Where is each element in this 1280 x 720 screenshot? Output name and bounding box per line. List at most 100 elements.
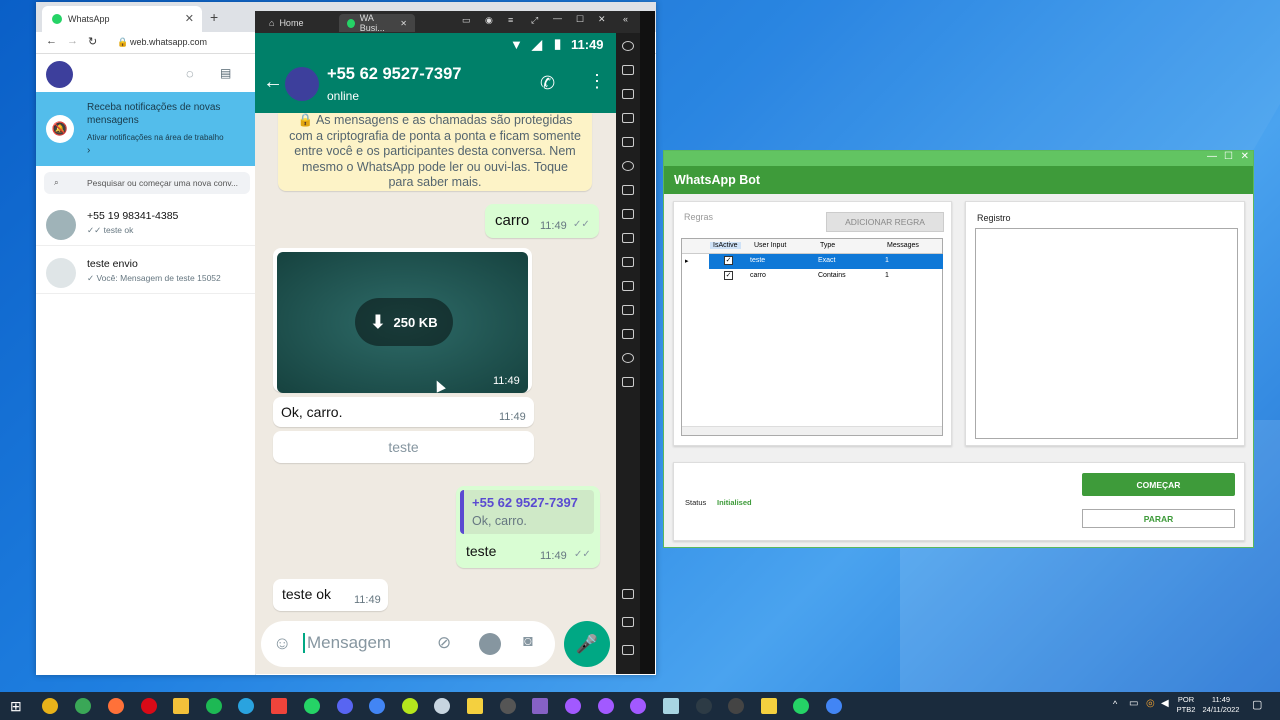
message-input[interactable]: Mensagem <box>303 633 391 653</box>
add-call-icon[interactable]: ✆ <box>540 73 555 94</box>
reload-icon[interactable]: ↻ <box>88 35 97 48</box>
camera-icon[interactable]: ◙ <box>523 633 533 651</box>
maximize-icon[interactable]: ☐ <box>576 14 584 25</box>
scissors-icon[interactable] <box>622 233 634 243</box>
microphone-button[interactable]: 🎤 <box>564 621 610 667</box>
status-icon[interactable]: ◌ <box>186 66 194 81</box>
collapse-icon[interactable]: « <box>623 14 628 24</box>
app-tray-icon[interactable]: ◎ <box>1146 698 1155 709</box>
back-arrow-icon[interactable]: ← <box>263 71 283 94</box>
user-input-cell[interactable]: teste <box>750 257 765 264</box>
emoji-icon[interactable]: ☺ <box>273 633 291 654</box>
account-icon[interactable]: ◉ <box>485 15 493 26</box>
close-icon[interactable]: ✕ <box>598 14 606 25</box>
emulator-tab-home[interactable]: ⌂ Home <box>261 14 311 32</box>
record-icon[interactable] <box>622 257 634 267</box>
contact-number[interactable]: +55 62 9527-7397 <box>327 65 461 84</box>
outgoing-message[interactable]: carro 11:49 ✓✓ <box>485 204 599 238</box>
search-input[interactable]: ⌕ Pesquisar ou começar uma nova conv... <box>44 172 250 194</box>
network-icon[interactable]: ▭ <box>1129 698 1138 709</box>
maximize-icon[interactable]: ☐ <box>1224 151 1233 162</box>
stop-button[interactable]: PARAR <box>1082 509 1235 528</box>
log-textarea[interactable] <box>975 228 1238 439</box>
chrome-icon[interactable] <box>75 698 91 714</box>
table-row[interactable]: ▸ ✓ teste Exact 1 <box>682 254 943 269</box>
table-row[interactable]: ✓ carro Contains 1 <box>682 269 942 284</box>
app-icon[interactable] <box>402 698 418 714</box>
hs-icon[interactable] <box>696 698 712 714</box>
forward-icon[interactable]: → <box>67 35 78 47</box>
close-tab-icon[interactable]: ✕ <box>185 12 194 25</box>
chat-app-icon[interactable] <box>500 698 516 714</box>
folder-icon[interactable] <box>622 329 634 339</box>
volume-icon[interactable]: ◀ <box>1161 698 1169 709</box>
volume-down-icon[interactable] <box>622 113 634 123</box>
windows-start-icon[interactable]: ⊞ <box>10 698 22 715</box>
emulator-tab-whatsapp[interactable]: WA Busi... ✕ <box>339 13 415 33</box>
explorer-icon[interactable] <box>173 698 189 714</box>
url-text[interactable]: web.whatsapp.com <box>130 37 207 47</box>
volume-up-icon[interactable] <box>622 89 634 99</box>
app-icon[interactable] <box>728 698 744 714</box>
grid-header-messages[interactable]: Messages <box>887 242 919 249</box>
anydesk-icon[interactable] <box>271 698 287 714</box>
quoted-message[interactable]: +55 62 9527-7397 Ok, carro. <box>460 490 594 534</box>
android-home-icon[interactable] <box>622 617 634 627</box>
more-vert-icon[interactable]: ⋮ <box>588 71 606 92</box>
incoming-message[interactable]: Ok, carro. 11:49 <box>273 397 534 427</box>
android-back-icon[interactable] <box>622 589 634 599</box>
bluestacks-icon[interactable] <box>467 698 483 714</box>
rules-grid[interactable]: IsActive User Input Type Messages ▸ ✓ te… <box>681 238 943 436</box>
grid-header-user-input[interactable]: User Input <box>754 242 786 249</box>
sync-icon[interactable] <box>622 281 634 291</box>
payment-icon[interactable] <box>479 633 501 655</box>
chrome-icon[interactable] <box>369 698 385 714</box>
incoming-message[interactable]: teste ok 11:49 <box>273 579 388 611</box>
steam-icon[interactable] <box>434 698 450 714</box>
keyboard-icon[interactable] <box>622 65 634 75</box>
bluestacks-icon[interactable] <box>761 698 777 714</box>
notification-banner[interactable]: 🔕 Receba notificações de novas mensagens… <box>36 92 256 166</box>
spotify-icon[interactable] <box>206 698 222 714</box>
whatsapp-icon[interactable] <box>304 698 320 714</box>
new-chat-icon[interactable]: ▤ <box>220 66 231 80</box>
rotate-icon[interactable] <box>622 161 634 171</box>
android-recents-icon[interactable] <box>622 645 634 655</box>
minimize-icon[interactable]: — <box>553 13 562 23</box>
start-button[interactable]: COMEÇAR <box>1082 473 1235 496</box>
notifications-icon[interactable]: ▢ <box>1252 698 1262 711</box>
chat-list-item[interactable]: +55 19 98341-4385 ✓✓ teste ok <box>36 202 256 246</box>
whatsapp-icon[interactable] <box>793 698 809 714</box>
grid-header-type[interactable]: Type <box>820 242 835 249</box>
incoming-media-message[interactable]: ⬇ 250 KB 11:49 <box>273 248 532 393</box>
vpn-icon[interactable] <box>598 698 614 714</box>
download-button[interactable]: ⬇ 250 KB <box>355 298 453 346</box>
chrome-icon[interactable] <box>42 698 58 714</box>
isactive-checkbox[interactable]: ✓ <box>724 271 733 280</box>
attach-icon[interactable]: ⊘ <box>437 633 451 653</box>
chevron-up-icon[interactable]: ^ <box>1113 699 1117 709</box>
notepad-icon[interactable] <box>663 698 679 714</box>
gamepad-icon[interactable]: ▭ <box>462 15 471 26</box>
minimize-icon[interactable]: — <box>1207 151 1217 162</box>
avatar[interactable] <box>285 67 319 101</box>
chrome-icon[interactable] <box>826 698 842 714</box>
close-icon[interactable]: ✕ <box>1241 151 1249 162</box>
shake-icon[interactable] <box>622 377 634 387</box>
add-rule-button[interactable]: ADICIONAR REGRA <box>826 212 944 232</box>
new-tab-button[interactable]: + <box>210 9 218 25</box>
settings-icon[interactable] <box>622 41 634 51</box>
user-input-cell[interactable]: carro <box>750 272 766 279</box>
notification-subtitle[interactable]: Ativar notificações na área de trabalho <box>87 133 252 142</box>
telegram-icon[interactable] <box>238 698 254 714</box>
multi-instance-icon[interactable] <box>622 305 634 315</box>
add-icon[interactable] <box>622 185 634 195</box>
grid-header-isactive[interactable]: IsActive <box>710 242 741 249</box>
screen-icon[interactable] <box>622 137 634 147</box>
vpn-icon[interactable] <box>630 698 646 714</box>
discord-icon[interactable] <box>337 698 353 714</box>
close-tab-icon[interactable]: ✕ <box>400 19 407 28</box>
encryption-notice[interactable]: 🔒 As mensagens e as chamadas são protegi… <box>278 113 592 191</box>
expand-icon[interactable]: ⤢ <box>531 15 538 26</box>
opera-icon[interactable] <box>141 698 157 714</box>
